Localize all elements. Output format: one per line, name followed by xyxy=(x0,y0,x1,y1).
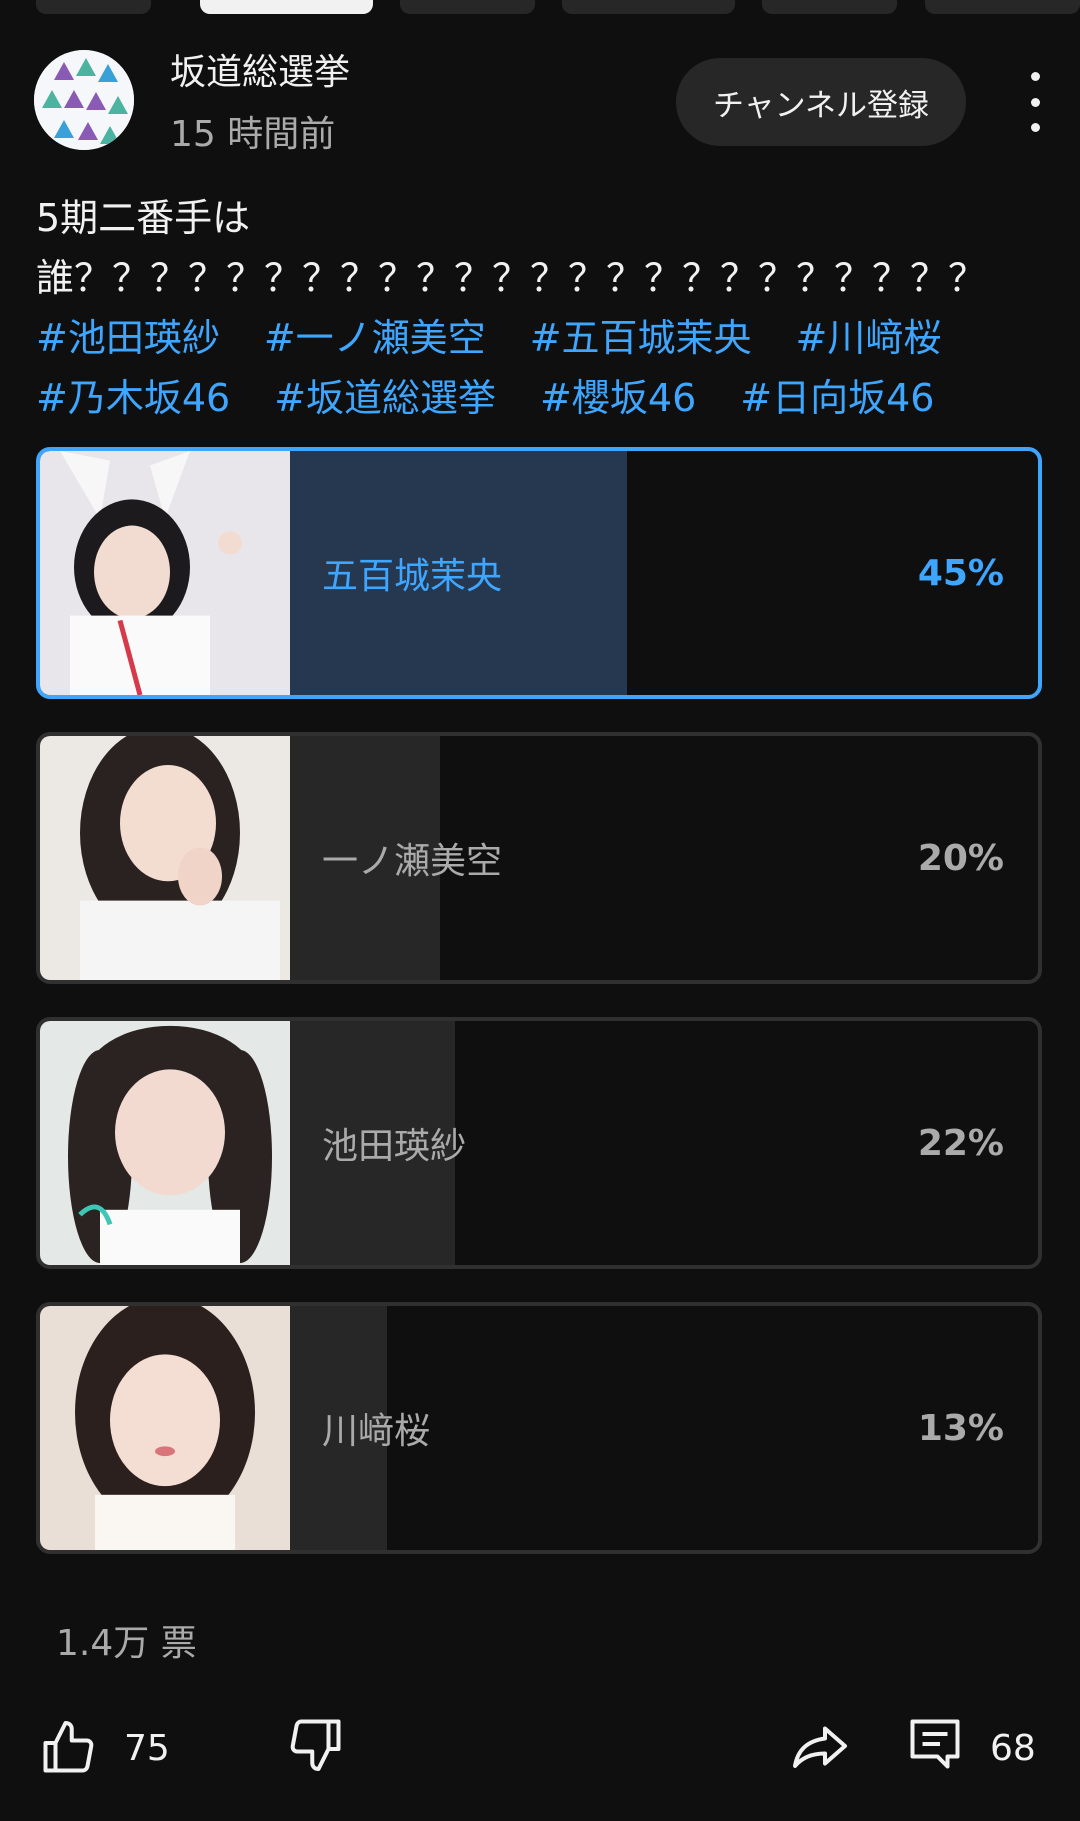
post-text-line: 5期二番手は xyxy=(36,196,251,240)
hashtag-link[interactable]: #日向坂46 xyxy=(740,368,934,428)
hashtag-row: #乃木坂46 #坂道総選挙 #櫻坂46 #日向坂46 xyxy=(36,368,1056,428)
poll-option-name: 一ノ瀬美空 xyxy=(322,841,503,882)
thumbs-up-icon[interactable] xyxy=(38,1718,98,1778)
channel-name[interactable]: 坂道総選挙 xyxy=(170,50,350,96)
filter-chip[interactable] xyxy=(36,0,151,14)
post-time: 15 時間前 xyxy=(170,114,336,155)
filter-chip[interactable] xyxy=(400,0,535,14)
share-arrow-icon[interactable] xyxy=(790,1716,850,1776)
poll-option-name: 五百城茉央 xyxy=(322,556,503,597)
poll-option[interactable]: 川﨑桜 13% xyxy=(36,1302,1042,1554)
thumbs-down-icon[interactable] xyxy=(286,1714,346,1774)
post-text-line: 誰？？？？？？？？？？？？？？？？？？？？？？？？ xyxy=(36,256,987,300)
comment-count: 68 xyxy=(990,1728,1036,1769)
subscribe-button[interactable]: チャンネル登録 xyxy=(676,58,966,146)
comment-icon[interactable] xyxy=(905,1714,965,1774)
menu-dot xyxy=(1030,97,1040,107)
hashtag-link[interactable]: #坂道総選挙 xyxy=(274,368,496,428)
menu-dot xyxy=(1030,123,1040,132)
hashtag-link[interactable]: #池田瑛紗 xyxy=(36,308,220,368)
poll-option[interactable]: 五百城茉央 45% xyxy=(36,447,1042,699)
poll-option-photo xyxy=(40,1021,290,1265)
poll-option-photo xyxy=(40,451,290,695)
poll-option-percent: 45% xyxy=(917,552,1004,594)
poll-option-percent: 13% xyxy=(917,1407,1004,1449)
hashtags: #池田瑛紗 #一ノ瀬美空 #五百城茉央 #川﨑桜 #乃木坂46 #坂道総選挙 #… xyxy=(36,308,1056,428)
poll-vote-count: 1.4万 票 xyxy=(56,1623,197,1664)
poll-option-name: 川﨑桜 xyxy=(322,1411,431,1452)
filter-chip[interactable] xyxy=(762,0,897,14)
like-count: 75 xyxy=(124,1728,170,1769)
poll-option-percent: 20% xyxy=(917,837,1004,879)
poll-option-photo xyxy=(40,736,290,980)
hashtag-row: #池田瑛紗 #一ノ瀬美空 #五百城茉央 #川﨑桜 xyxy=(36,308,1056,368)
hashtag-link[interactable]: #櫻坂46 xyxy=(540,368,696,428)
hashtag-link[interactable]: #乃木坂46 xyxy=(36,368,230,428)
poll-option-photo xyxy=(40,1306,290,1550)
hashtag-link[interactable]: #五百城茉央 xyxy=(530,308,752,368)
poll-option[interactable]: 一ノ瀬美空 20% xyxy=(36,732,1042,984)
filter-chip[interactable] xyxy=(562,0,735,14)
hashtag-link[interactable]: #川﨑桜 xyxy=(796,308,942,368)
hashtag-link[interactable]: #一ノ瀬美空 xyxy=(264,308,486,368)
filter-chip-active[interactable] xyxy=(200,0,373,14)
filter-chips xyxy=(0,0,1080,14)
poll-option[interactable]: 池田瑛紗 22% xyxy=(36,1017,1042,1269)
channel-avatar[interactable] xyxy=(34,50,134,150)
poll-option-name: 池田瑛紗 xyxy=(322,1126,467,1167)
more-vertical-icon[interactable] xyxy=(1020,72,1050,132)
filter-chip[interactable] xyxy=(925,0,1080,14)
post-text: 5期二番手は 誰？？？？？？？？？？？？？？？？？？？？？？？？ xyxy=(36,188,1046,308)
poll-option-percent: 22% xyxy=(917,1122,1004,1164)
menu-dot xyxy=(1030,72,1040,81)
